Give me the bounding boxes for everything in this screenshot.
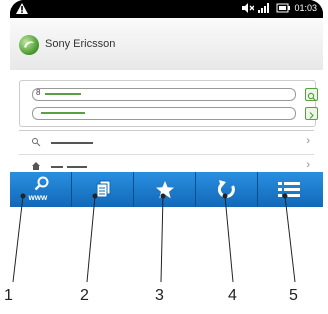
callout-1: 1: [4, 287, 13, 304]
callout-3: 3: [155, 287, 164, 304]
callout-lines: [12, 193, 296, 283]
callout-5: 5: [289, 287, 298, 304]
callout-2: 2: [80, 287, 89, 304]
callout-4: 4: [228, 287, 237, 304]
